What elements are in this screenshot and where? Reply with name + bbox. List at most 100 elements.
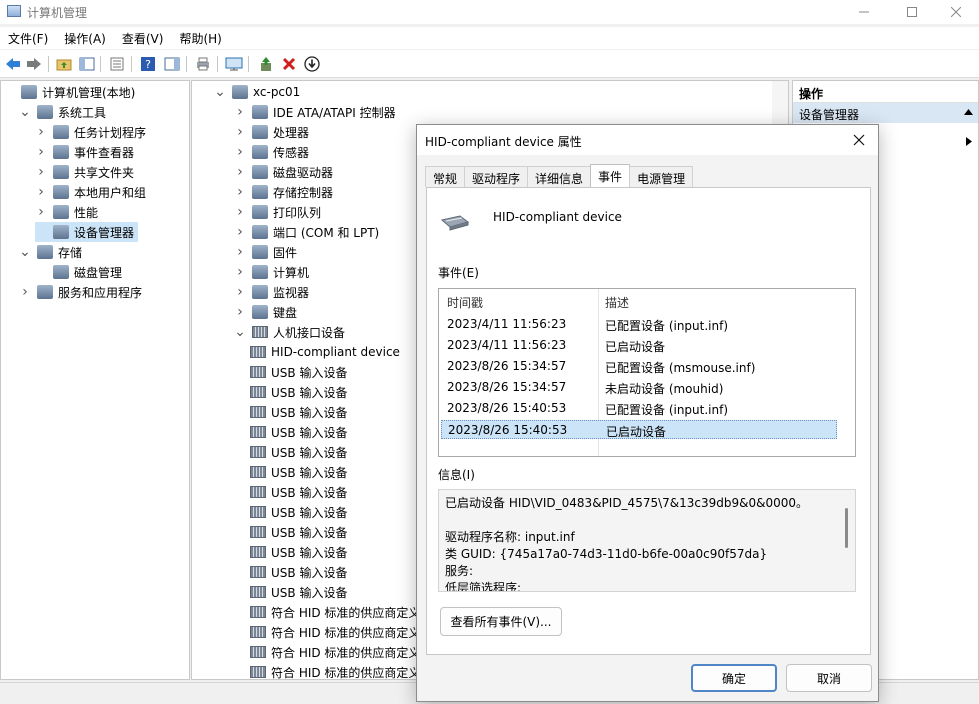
tab-power-management[interactable]: 电源管理 <box>629 166 694 187</box>
device-tree-item[interactable]: ⌄ 人机接口设备 <box>234 322 345 342</box>
view-all-events-button[interactable]: 查看所有事件(V)... <box>440 607 562 636</box>
nav-tree-item[interactable]: › 服务和应用程序 <box>19 282 146 302</box>
event-row[interactable]: 2023/4/11 11:56:23 已配置设备 (input.inf) <box>441 315 837 334</box>
device-tree-item[interactable]: USB 输入设备 <box>250 502 347 522</box>
event-row[interactable]: 2023/8/26 15:40:53 已配置设备 (input.inf) <box>441 399 837 418</box>
chevron-right-icon[interactable]: › <box>35 124 47 140</box>
chevron-right-icon[interactable]: › <box>35 144 47 160</box>
device-tree-item[interactable]: › 存储控制器 <box>234 182 333 202</box>
chevron-right-icon[interactable]: › <box>35 184 47 200</box>
device-tree-item[interactable]: USB 输入设备 <box>250 442 347 462</box>
tab-events[interactable]: 事件 <box>590 164 631 187</box>
chevron-right-icon[interactable]: › <box>234 304 246 320</box>
chevron-right-icon[interactable]: › <box>19 284 31 300</box>
device-tree-item[interactable]: USB 输入设备 <box>250 462 347 482</box>
chevron-right-icon[interactable]: › <box>234 224 246 240</box>
nav-tree-item[interactable]: 磁盘管理 <box>35 262 126 282</box>
device-tree-item[interactable]: › 端口 (COM 和 LPT) <box>234 222 379 242</box>
nav-tree-item[interactable]: › 本地用户和组 <box>35 182 150 202</box>
maximize-button[interactable] <box>889 0 935 24</box>
device-tree-item[interactable]: ⌄ xc-pc01 <box>214 82 300 102</box>
nav-tree-item[interactable]: ⌄ 存储 <box>19 242 86 262</box>
device-tree-item[interactable]: USB 输入设备 <box>250 382 347 402</box>
help-button[interactable]: ? <box>139 55 157 73</box>
more-actions-icon[interactable] <box>966 137 972 146</box>
menu-file[interactable]: 文件(F) <box>0 27 56 49</box>
chevron-down-icon[interactable]: ⌄ <box>19 244 31 260</box>
nav-tree-item[interactable]: › 事件查看器 <box>35 142 138 162</box>
device-tree-item[interactable]: › 传感器 <box>234 142 309 162</box>
event-row[interactable]: 2023/4/11 11:56:23 已启动设备 <box>441 336 837 355</box>
close-button[interactable] <box>933 0 979 24</box>
show-hide-tree-button[interactable] <box>78 55 96 73</box>
event-row[interactable]: 2023/8/26 15:40:53 已启动设备 <box>441 420 837 439</box>
column-header-timestamp[interactable]: 时间戳 <box>447 294 483 311</box>
event-row[interactable]: 2023/8/26 15:34:57 未启动设备 (mouhid) <box>441 378 837 397</box>
back-button[interactable] <box>4 55 22 73</box>
device-tree-item[interactable]: › 处理器 <box>234 122 309 142</box>
nav-tree-item[interactable]: › 性能 <box>35 202 102 222</box>
forward-button[interactable] <box>25 55 43 73</box>
chevron-right-icon[interactable]: › <box>35 204 47 220</box>
chevron-down-icon[interactable]: ⌄ <box>214 84 226 100</box>
device-tree-label: 计算机 <box>273 265 310 280</box>
scan-hardware-button[interactable] <box>225 55 243 73</box>
info-textbox[interactable]: 已启动设备 HID\VID_0483&PID_4575\7&13c39db9&0… <box>438 489 856 592</box>
menu-view[interactable]: 查看(V) <box>114 27 172 49</box>
print-button[interactable] <box>194 55 212 73</box>
chevron-right-icon[interactable]: › <box>234 284 246 300</box>
device-tree-item[interactable]: USB 输入设备 <box>250 522 347 542</box>
chevron-right-icon[interactable]: › <box>234 164 246 180</box>
events-list[interactable]: 时间戳 描述 2023/4/11 11:56:23 已配置设备 (input.in… <box>438 288 856 457</box>
nav-tree-item[interactable]: 计算机管理(本地) <box>3 82 139 102</box>
device-tree-item[interactable]: › 键盘 <box>234 302 297 322</box>
device-tree-item[interactable]: USB 输入设备 <box>250 422 347 442</box>
device-tree-item[interactable]: › IDE ATA/ATAPI 控制器 <box>234 102 395 122</box>
actions-device-manager[interactable]: 设备管理器 <box>793 103 978 123</box>
menu-action[interactable]: 操作(A) <box>56 27 114 49</box>
device-tree-item[interactable]: › 打印队列 <box>234 202 321 222</box>
nav-tree-item[interactable]: › 任务计划程序 <box>35 122 150 142</box>
chevron-right-icon[interactable]: › <box>234 244 246 260</box>
chevron-right-icon[interactable]: › <box>234 204 246 220</box>
device-tree-item[interactable]: USB 输入设备 <box>250 562 347 582</box>
tab-details[interactable]: 详细信息 <box>527 166 592 187</box>
tab-general[interactable]: 常规 <box>425 166 466 187</box>
chevron-down-icon[interactable]: ⌄ <box>19 104 31 120</box>
minimize-button[interactable] <box>841 0 887 24</box>
update-driver-button[interactable] <box>257 55 275 73</box>
up-folder-button[interactable] <box>55 55 73 73</box>
nav-tree-item[interactable]: 设备管理器 <box>35 222 139 242</box>
device-tree-item[interactable]: USB 输入设备 <box>250 362 347 382</box>
chevron-right-icon[interactable]: › <box>35 164 47 180</box>
device-tree-item[interactable]: › 固件 <box>234 242 297 262</box>
export-list-button[interactable] <box>108 55 126 73</box>
nav-tree-item[interactable]: › 共享文件夹 <box>35 162 138 182</box>
dialog-close-button[interactable] <box>848 129 870 151</box>
uninstall-device-button[interactable] <box>280 55 298 73</box>
cancel-button[interactable]: 取消 <box>786 664 872 692</box>
nav-tree-item[interactable]: ⌄ 系统工具 <box>19 102 110 122</box>
device-tree-item[interactable]: USB 输入设备 <box>250 582 347 602</box>
device-tree-item[interactable]: USB 输入设备 <box>250 482 347 502</box>
device-tree-item[interactable]: › 监视器 <box>234 282 309 302</box>
column-header-description[interactable]: 描述 <box>605 294 629 311</box>
info-scrollbar-thumb[interactable] <box>845 508 848 548</box>
disable-device-button[interactable] <box>303 55 321 73</box>
chevron-down-icon[interactable]: ⌄ <box>234 324 246 340</box>
device-tree-item[interactable]: USB 输入设备 <box>250 402 347 422</box>
menu-help[interactable]: 帮助(H) <box>171 27 229 49</box>
device-tree-item[interactable]: › 计算机 <box>234 262 309 282</box>
device-tree-item[interactable]: HID-compliant device <box>250 342 400 362</box>
chevron-right-icon[interactable]: › <box>234 264 246 280</box>
device-tree-item[interactable]: › 磁盘驱动器 <box>234 162 333 182</box>
tab-driver[interactable]: 驱动程序 <box>464 166 529 187</box>
ok-button[interactable]: 确定 <box>691 664 777 692</box>
chevron-right-icon[interactable]: › <box>234 144 246 160</box>
chevron-right-icon[interactable]: › <box>234 124 246 140</box>
show-hide-action-pane-button[interactable] <box>163 55 181 73</box>
chevron-right-icon[interactable]: › <box>234 184 246 200</box>
device-tree-item[interactable]: USB 输入设备 <box>250 542 347 562</box>
event-row[interactable]: 2023/8/26 15:34:57 已配置设备 (msmouse.inf) <box>441 357 837 376</box>
chevron-right-icon[interactable]: › <box>234 104 246 120</box>
